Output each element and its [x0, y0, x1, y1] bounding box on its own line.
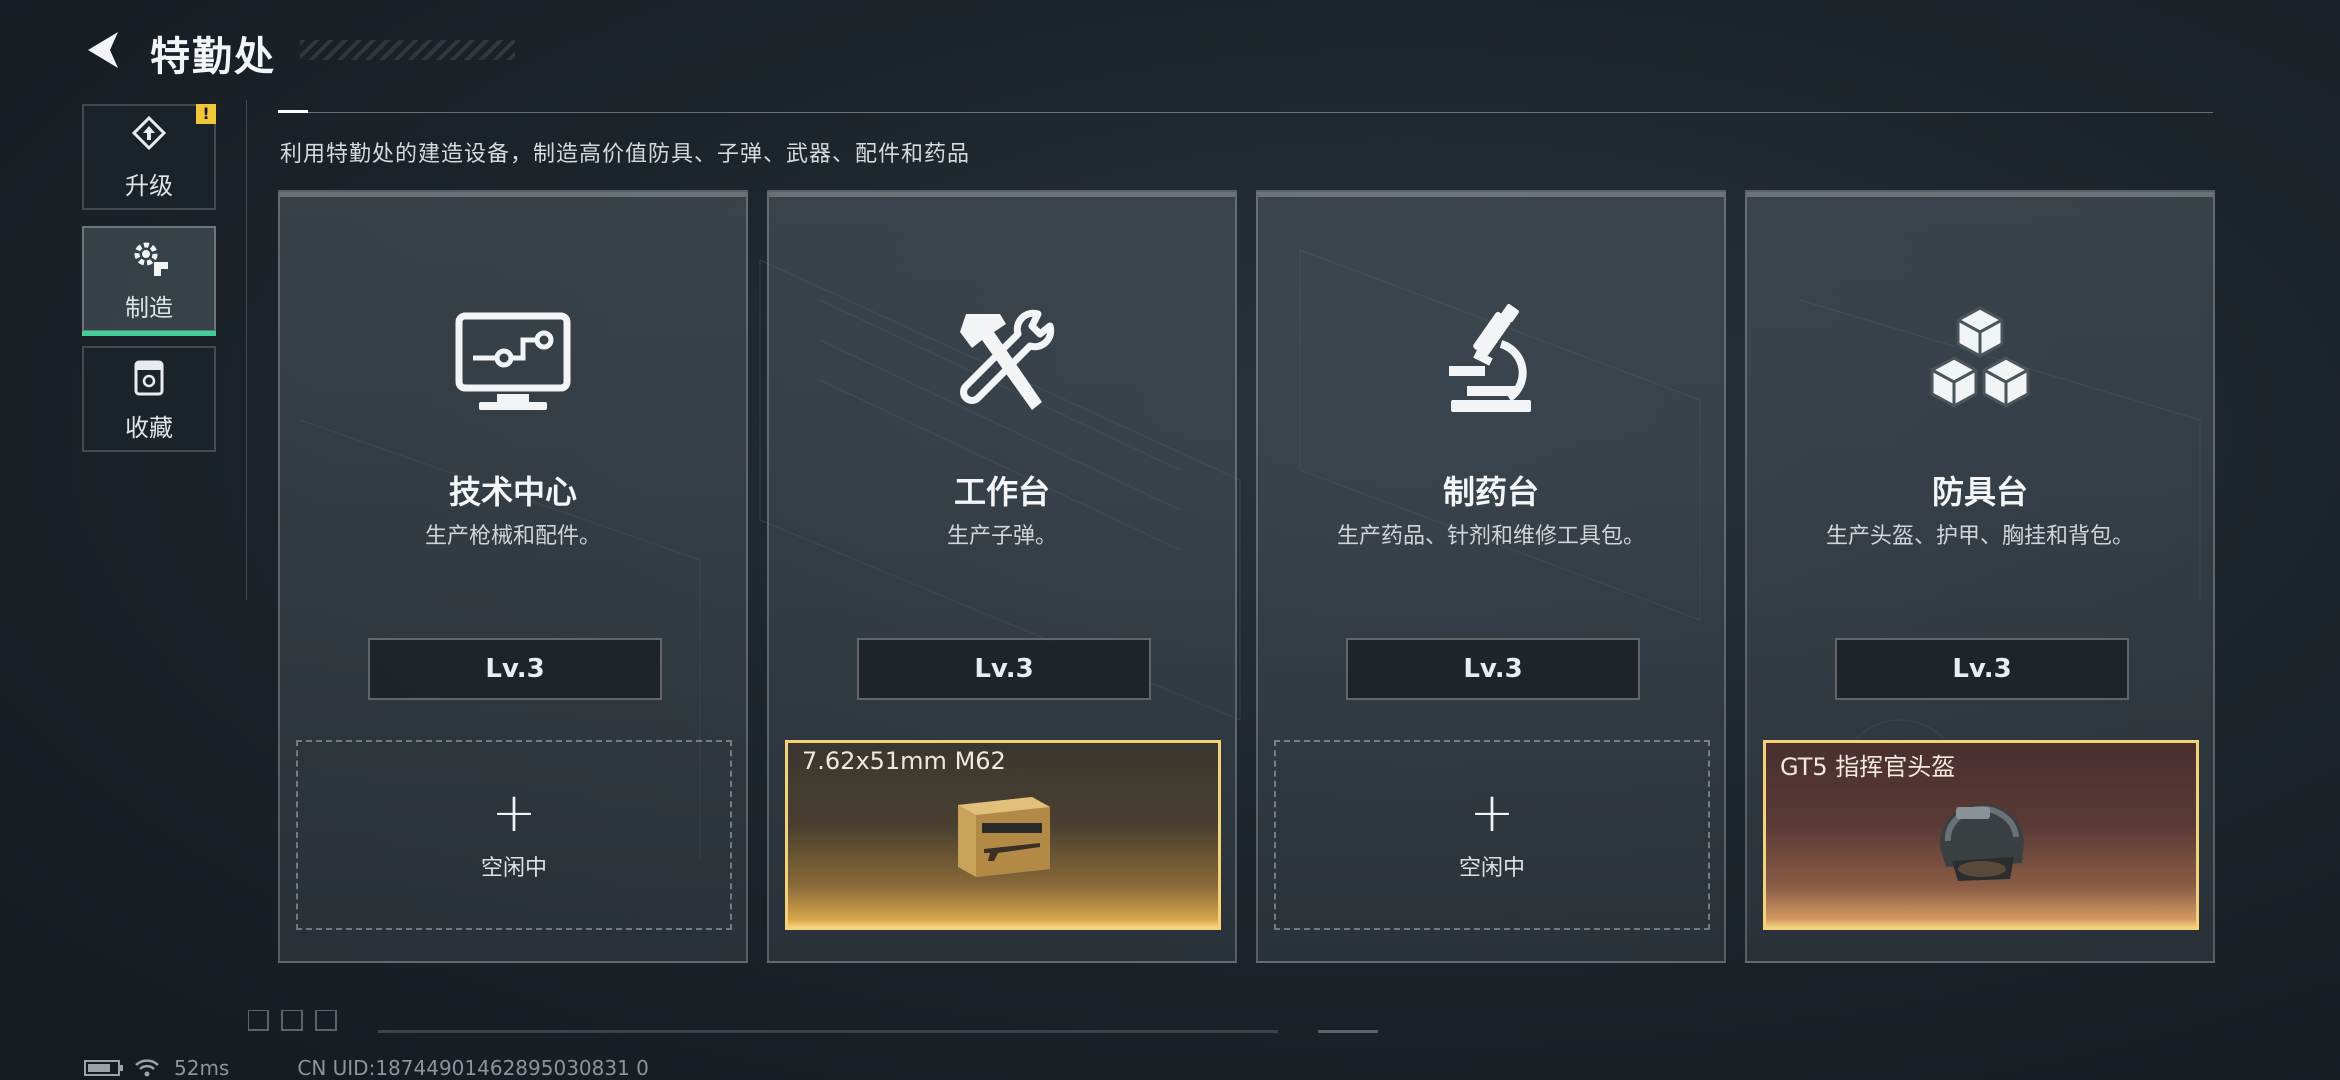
title-decoration: [300, 40, 515, 60]
station-name: 技术中心: [448, 473, 577, 511]
item-name: GT5 指挥官头盔: [1780, 753, 1956, 781]
status-bar: 52ms CN UID:18744901462895030831 0: [84, 1056, 649, 1080]
station-level-button[interactable]: Lv.3: [1346, 638, 1640, 700]
station-description: 生产药品、针剂和维修工具包。: [1336, 524, 1645, 549]
slot-status: 空闲中: [480, 856, 547, 881]
craft-slot-empty[interactable]: + 空闲中: [296, 740, 732, 930]
station-description: 生产头盔、护甲、胸挂和背包。: [1825, 524, 2134, 549]
sidebar-tab-craft[interactable]: 制造: [82, 226, 216, 336]
station-level-button[interactable]: Lv.3: [368, 638, 662, 700]
back-arrow-icon[interactable]: [82, 28, 126, 72]
craft-slot-empty[interactable]: + 空闲中: [1274, 740, 1710, 930]
sidebar-tab-upgrade[interactable]: ! 升级: [82, 104, 216, 210]
battery-icon: [84, 1060, 123, 1076]
sidebar-tab-collection[interactable]: 收藏: [82, 346, 216, 452]
station-name: 工作台: [953, 473, 1050, 511]
station-name: 防具台: [1931, 473, 2028, 511]
microscope-icon: [1449, 304, 1531, 412]
station-level-button[interactable]: Lv.3: [1835, 638, 2129, 700]
station-card-workbench[interactable]: 工作台 生产子弹。 Lv.3 7.62x51mm M62: [767, 190, 1237, 963]
divider: [278, 112, 2213, 113]
station-name: 制药台: [1442, 473, 1539, 511]
ammo-box-icon: [958, 797, 1050, 877]
craft-slot-in-progress[interactable]: GT5 指挥官头盔: [1763, 740, 2199, 930]
divider-vertical: [246, 100, 247, 600]
add-icon: +: [1469, 781, 1515, 844]
computer-icon: [455, 312, 571, 410]
craft-slot-in-progress[interactable]: 7.62x51mm M62: [785, 740, 1221, 930]
add-icon: +: [491, 781, 537, 844]
hammer-wrench-icon: [960, 309, 1055, 410]
station-level-button[interactable]: Lv.3: [857, 638, 1151, 700]
station-card-pharmacy[interactable]: 制药台 生产药品、针剂和维修工具包。 Lv.3 + 空闲中: [1256, 190, 1726, 963]
sidebar-tab-label: 升级: [125, 171, 173, 200]
divider-accent: [278, 110, 308, 113]
gear-craft-icon: [134, 242, 168, 276]
sidebar-tab-label: 收藏: [125, 413, 173, 442]
station-card-armor[interactable]: 防具台 生产头盔、护甲、胸挂和背包。 Lv.3 GT5 指挥官头盔: [1745, 190, 2215, 963]
collection-icon: [134, 360, 164, 395]
alert-badge: !: [196, 104, 216, 124]
slot-status: 空闲中: [1458, 856, 1525, 881]
page-title: 特勤处: [150, 34, 276, 80]
station-card-tech-center[interactable]: 技术中心 生产枪械和配件。 Lv.3 + 空闲中: [278, 190, 748, 963]
item-name: 7.62x51mm M62: [802, 747, 1006, 775]
helmet-icon: [1939, 803, 2024, 881]
station-description: 生产子弹。: [946, 524, 1057, 549]
page-description: 利用特勤处的建造设备，制造高价值防具、子弹、武器、配件和药品: [280, 142, 971, 167]
wifi-icon: [135, 1059, 159, 1077]
user-uid: CN UID:18744901462895030831 0: [297, 1056, 649, 1080]
sidebar-tab-label: 制造: [125, 293, 173, 322]
bottom-decoration: [248, 1010, 1378, 1033]
station-description: 生产枪械和配件。: [424, 524, 601, 549]
ping-value: 52ms: [174, 1056, 230, 1080]
upgrade-icon: [131, 115, 167, 150]
cubes-icon: [1930, 306, 2030, 408]
